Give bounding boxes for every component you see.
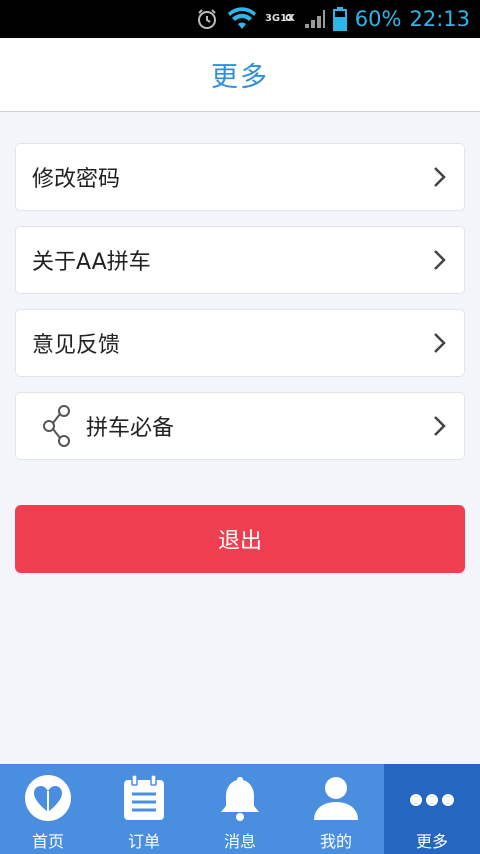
network-type: 3G1X G <box>264 13 295 24</box>
menu-item-change-password[interactable]: 修改密码 <box>15 143 465 211</box>
tab-bar: 首页 订单 消息 我的 更多 <box>0 764 480 854</box>
chevron-right-icon <box>434 416 446 436</box>
tab-orders[interactable]: 订单 <box>96 764 192 854</box>
menu-item-label: 拼车必备 <box>86 416 175 441</box>
status-bar: 3G1X G 60% 22:13 <box>0 0 480 38</box>
header: 更多 <box>0 38 480 112</box>
tab-label: 更多 <box>415 832 448 851</box>
logout-label: 退出 <box>217 529 262 554</box>
chevron-right-icon <box>434 250 446 270</box>
menu-item-label: 意见反馈 <box>32 333 121 358</box>
signal-icon <box>303 8 325 30</box>
tab-label: 我的 <box>319 832 352 851</box>
logout-button[interactable]: 退出 <box>15 505 465 573</box>
chevron-right-icon <box>434 333 446 353</box>
tab-home[interactable]: 首页 <box>0 764 96 854</box>
clipboard-icon <box>120 774 168 822</box>
wifi-icon <box>227 7 257 31</box>
heart-icon <box>24 774 72 822</box>
tab-label: 订单 <box>127 832 160 851</box>
bell-icon <box>216 774 264 822</box>
tab-label: 首页 <box>31 832 64 851</box>
chevron-right-icon <box>434 167 446 187</box>
clock: 22:13 <box>409 7 470 31</box>
menu-item-about[interactable]: 关于AA拼车 <box>15 226 465 294</box>
menu-item-feedback[interactable]: 意见反馈 <box>15 309 465 377</box>
menu-item-label: 关于AA拼车 <box>32 250 151 275</box>
tab-more[interactable]: 更多 <box>384 764 480 854</box>
more-dots-icon <box>408 774 456 822</box>
share-icon <box>43 405 70 447</box>
battery-level: 60% <box>354 7 402 31</box>
menu-item-carpool-essentials[interactable]: 拼车必备 <box>15 392 465 460</box>
tab-messages[interactable]: 消息 <box>192 764 288 854</box>
menu-list: 修改密码 关于AA拼车 意见反馈 拼车必备 <box>15 143 465 475</box>
menu-item-label: 修改密码 <box>32 167 121 192</box>
alarm-icon <box>195 7 219 31</box>
tab-mine[interactable]: 我的 <box>288 764 384 854</box>
tab-label: 消息 <box>223 832 256 851</box>
page-title: 更多 <box>211 62 269 93</box>
battery-icon <box>332 7 347 31</box>
user-icon <box>312 774 360 822</box>
